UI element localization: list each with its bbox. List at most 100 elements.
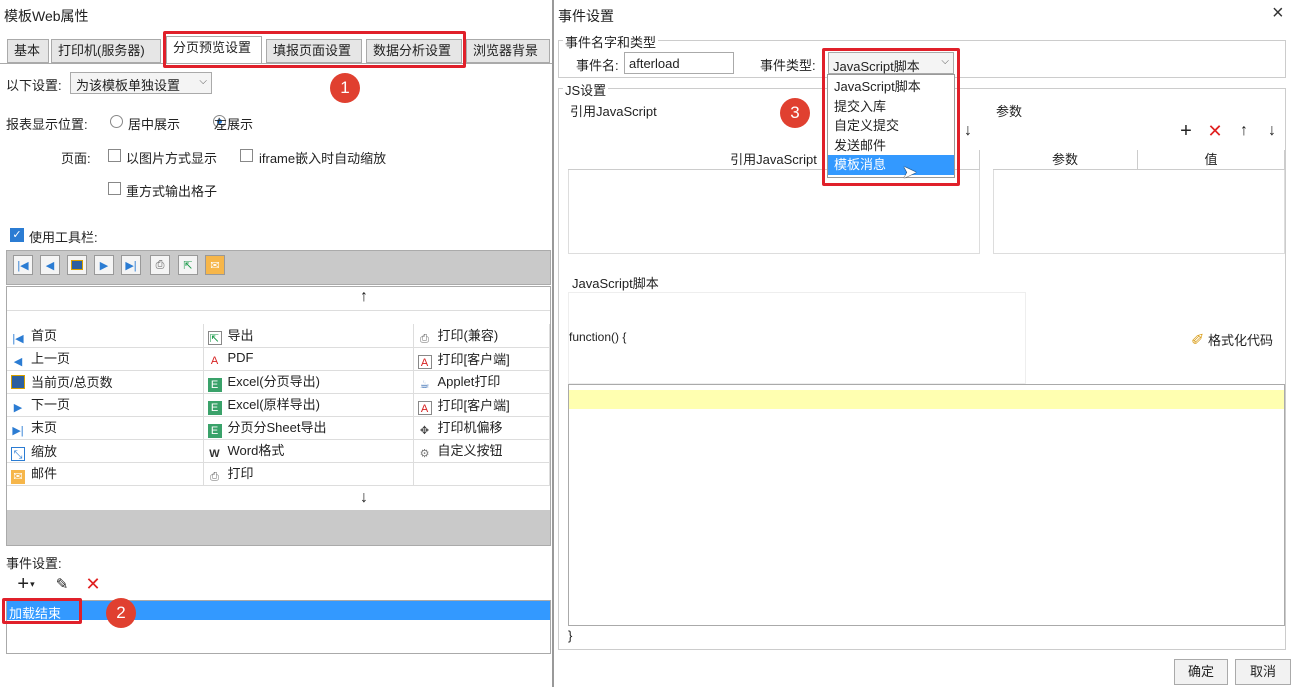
event-type-label: 事件类型: [760,58,816,73]
badge-2: 2 [106,598,136,628]
grid-item-custom-button[interactable]: ⚙ 自定义按钮 [413,439,550,463]
down-arrow-icon[interactable]: ↓ [960,122,976,140]
mail-icon: ✉ [11,470,25,484]
add-icon[interactable]: + ▾ [12,573,40,595]
grid-row: ▶ 下一页 E Excel(原样导出) A 打印[客户端] [7,393,550,417]
grid-item-label: PDF [227,349,254,365]
move-icon: ✥ [419,425,430,437]
grid-item-pdf[interactable]: A PDF [203,347,414,371]
event-name-input[interactable]: afterload [624,52,734,74]
page-number-icon[interactable] [67,255,87,275]
highlight-box-event [2,598,82,624]
grid-item-page-count[interactable]: 当前页/总页数 [7,370,204,394]
grid-item-label: 打印 [227,466,254,481]
edit-icon[interactable]: ✎ [52,574,72,594]
print-icon[interactable]: ⎙ [150,255,170,275]
mail-icon[interactable]: ✉ [205,255,225,275]
grid-item-label: 邮件 [31,466,58,481]
checkbox-image-mode[interactable] [108,149,121,162]
position-label: 报表显示位置: [6,117,88,132]
move-up-icon[interactable]: ↑ [1234,121,1254,141]
script-header-area [568,292,1026,384]
badge-3: 3 [780,98,810,128]
export-icon[interactable]: ⇱ [178,255,198,275]
checkbox-repeat-output[interactable] [108,182,121,195]
radio-left-label: 左展示 [214,117,254,132]
tab-browser-bg[interactable]: 浏览器背景 [466,39,550,63]
close-icon[interactable]: × [1272,2,1284,25]
zoom-icon: ⤡ [11,446,25,461]
grid-item-label: Excel(原样导出) [227,397,320,412]
grid-row: ⤡ 缩放 W Word格式 ⚙ 自定义按钮 [7,439,550,463]
grid-item-prev[interactable]: ◀ 上一页 [7,347,204,371]
checkbox-iframe-scale[interactable] [240,149,253,162]
pdf-print-icon: A [417,354,432,369]
grid-item-zoom[interactable]: ⤡ 缩放 [7,439,204,463]
grid-item-label: 打印(兼容) [437,327,499,343]
grid-item-word[interactable]: W Word格式 [203,439,414,463]
grid-item-applet-print[interactable]: ☕ Applet打印 [413,370,550,394]
grid-item-print-client[interactable]: A 打印[客户端] [413,347,550,371]
grid-item-next[interactable]: ▶ 下一页 [7,393,204,417]
event-settings-label: 事件设置: [6,556,62,571]
move-down-icon[interactable]: ↓ [1262,121,1282,141]
tab-printer-server[interactable]: 打印机(服务器) [51,39,161,63]
grid-item-excel-page[interactable]: E Excel(分页导出) [203,370,414,394]
code-editor[interactable] [568,384,1285,626]
applet-icon: ☕ [419,379,430,391]
first-page-icon[interactable]: |◀ [13,255,33,275]
format-code-button[interactable]: ✐ 格式化代码 [1191,330,1273,350]
checkbox-use-toolbar[interactable]: ✓ [10,228,24,242]
right-panel: 事件设置 × 事件名字和类型 事件名: afterload 事件类型: Java… [554,0,1300,687]
ok-button[interactable]: 确定 [1174,659,1228,685]
grid-item-print-client-2[interactable]: A 打印[客户端] [413,393,550,417]
grid-item-label: Excel(分页导出) [227,374,320,389]
grid-row: ◀ 上一页 A PDF A 打印[客户端] [7,347,550,371]
grid-item-sheet-export[interactable]: E 分页分Sheet导出 [203,416,414,440]
event-item-selected[interactable] [7,601,550,620]
event-name-value: afterload [629,56,680,71]
toolbar-items-footer [7,510,550,545]
move-down-arrow[interactable]: ↓ [360,489,368,507]
grid-item-label: 首页 [31,327,58,343]
grid-item-empty [413,462,550,486]
grid-item-label: 自定义按钮 [437,443,503,458]
grid-item-first[interactable]: |◀ 首页 [7,324,204,348]
radio-center-label: 居中展示 [128,117,181,132]
value-column-header: 值 [1138,150,1285,170]
grid-item-label: 打印[客户端] [437,397,510,413]
pdf-icon: A [210,354,219,367]
left-panel: 模板Web属性 基本 打印机(服务器) 分页预览设置 填报页面设置 数据分析设置… [0,0,552,687]
export-icon: ⇱ [207,331,222,346]
iframe-scale-label: iframe嵌入时自动缩放 [259,151,387,166]
delete-param-icon[interactable]: ✕ [1205,121,1225,141]
tab-basic[interactable]: 基本 [7,39,49,63]
grid-item-printer-offset[interactable]: ✥ 打印机偏移 [413,416,550,440]
highlight-box-dropdown [822,48,960,186]
grid-item-label: 当前页/总页数 [31,375,113,390]
excel-icon: E [207,424,222,438]
next-page-icon[interactable]: ▶ [94,255,114,275]
grid-item-label: 分页分Sheet导出 [227,420,327,435]
last-page-icon[interactable]: ▶| [121,255,141,275]
grid-item-print-compat[interactable]: ⎙ 打印(兼容) [413,324,550,348]
grid-item-label: 下一页 [31,397,71,412]
grid-item-excel-original[interactable]: E Excel(原样导出) [203,393,414,417]
grid-item-label: 打印[客户端] [437,351,510,367]
grid-item-mail[interactable]: ✉ 邮件 [7,462,204,486]
prev-page-icon[interactable]: ◀ [40,255,60,275]
move-up-arrow[interactable]: ↑ [360,288,368,306]
cancel-button[interactable]: 取消 [1235,659,1291,685]
js-settings-title: JS设置 [563,80,609,99]
grid-item-label: 末页 [31,420,58,435]
add-param-icon[interactable]: + [1176,120,1196,142]
highlight-box-tabs [163,31,466,68]
printer-icon: ⎙ [210,471,219,483]
grid-item-print[interactable]: ⎙ 打印 [203,462,414,486]
radio-center[interactable] [110,115,123,128]
delete-icon[interactable]: ✕ [83,574,103,594]
params-title: 参数 [996,104,1023,119]
grid-item-last[interactable]: ▶| 末页 [7,416,204,440]
grid-item-export[interactable]: ⇱ 导出 [203,324,414,348]
scope-select[interactable]: 为该模板单独设置 ⌵ [70,72,212,94]
